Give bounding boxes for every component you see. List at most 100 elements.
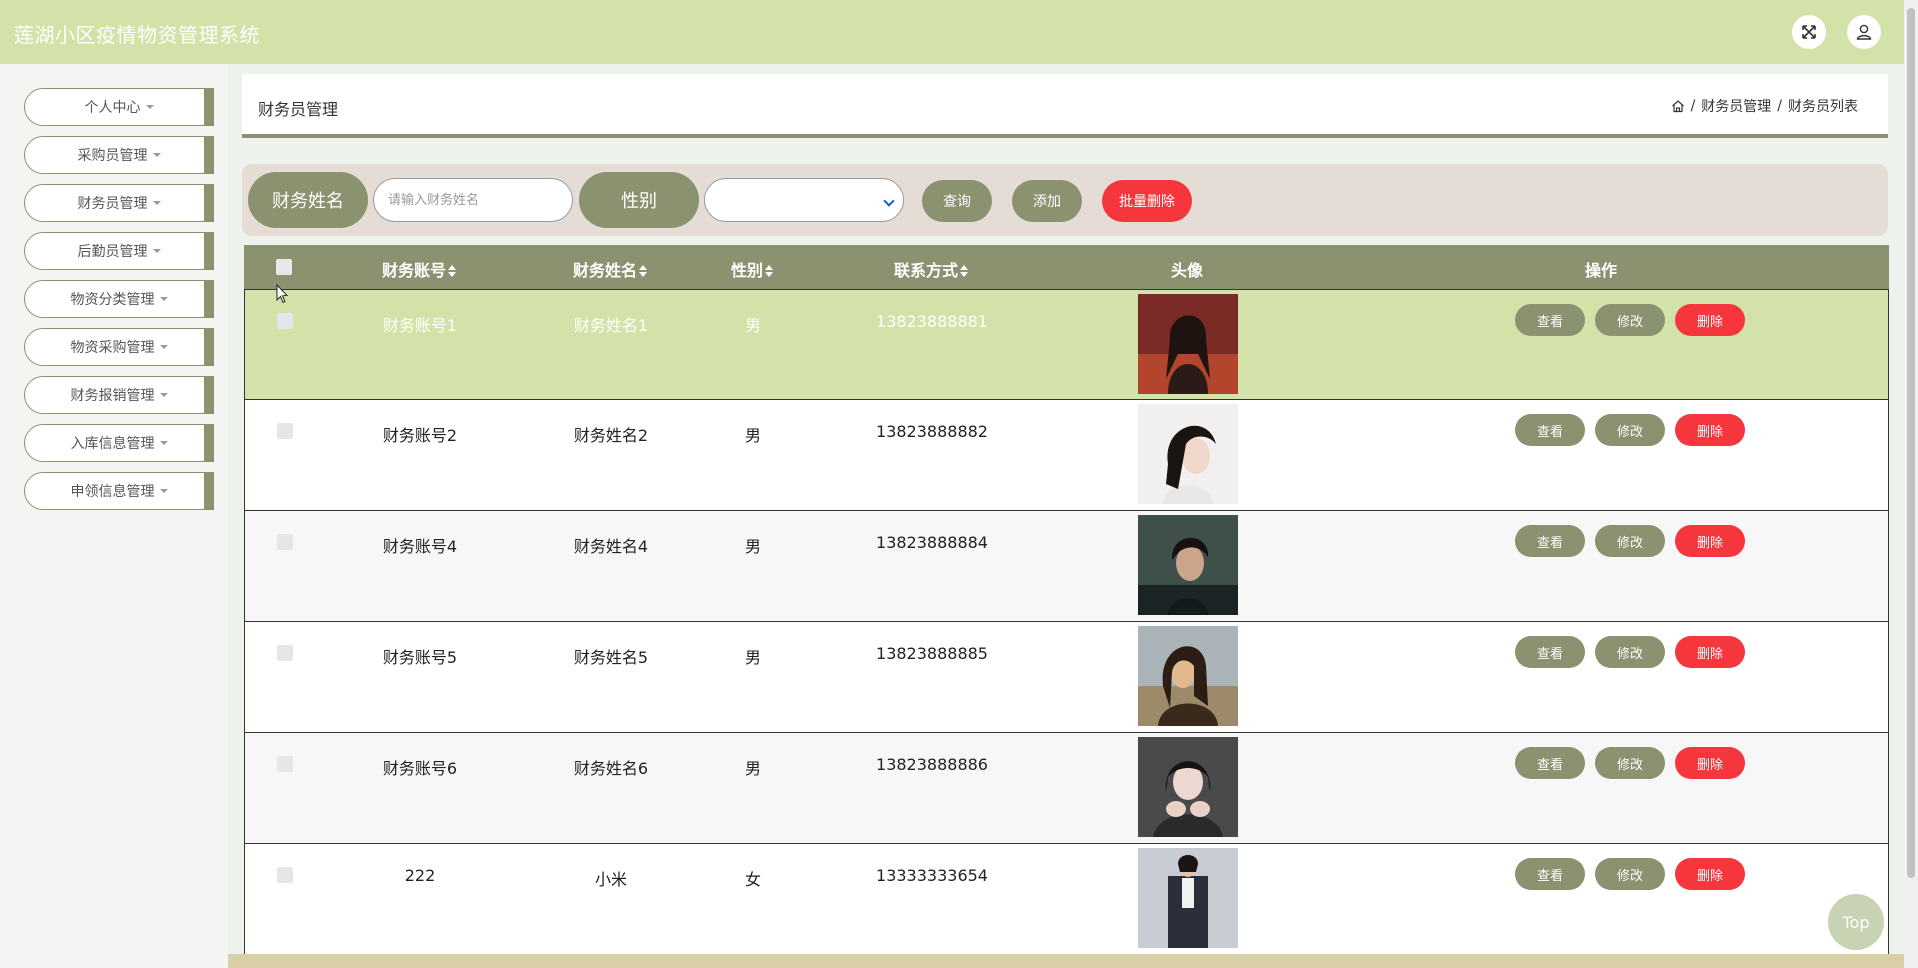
sidebar-item-purchaser[interactable]: 采购员管理 (24, 136, 214, 174)
table-row: 财务账号6 财务姓名6 男 13823888886 查看 修改 删除 (244, 733, 1889, 844)
user-button[interactable] (1847, 15, 1881, 49)
table-row: 财务账号2 财务姓名2 男 13823888882 查看 修改 删除 (244, 400, 1889, 511)
sidebar-item-requisition[interactable]: 申领信息管理 (24, 472, 214, 510)
sidebar-item-supply-purchase[interactable]: 物资采购管理 (24, 328, 214, 366)
avatar (1138, 515, 1238, 615)
delete-button[interactable]: 删除 (1675, 304, 1745, 336)
avatar (1138, 737, 1238, 837)
add-button[interactable]: 添加 (1012, 180, 1082, 222)
edit-button[interactable]: 修改 (1595, 414, 1665, 446)
cell-phone: 13333333654 (876, 866, 988, 885)
edit-button[interactable]: 修改 (1595, 747, 1665, 779)
view-button[interactable]: 查看 (1515, 636, 1585, 668)
avatar (1138, 848, 1238, 948)
sort-icon[interactable] (448, 265, 457, 277)
back-to-top-button[interactable]: Top (1828, 894, 1884, 950)
row-checkbox[interactable] (277, 423, 293, 439)
home-icon[interactable] (1671, 99, 1685, 113)
cell-account: 财务账号4 (382, 537, 458, 556)
delete-button[interactable]: 删除 (1675, 747, 1745, 779)
table-row: 财务账号1 财务姓名1 男 13823888881 查看 修改 删除 (244, 289, 1889, 400)
view-button[interactable]: 查看 (1515, 414, 1585, 446)
sidebar-item-logistics[interactable]: 后勤员管理 (24, 232, 214, 270)
row-checkbox[interactable] (277, 645, 293, 661)
sidebar-item-personal-center[interactable]: 个人中心 (24, 88, 214, 126)
delete-button[interactable]: 删除 (1675, 858, 1745, 890)
cell-gender: 男 (744, 648, 762, 667)
delete-button[interactable]: 删除 (1675, 525, 1745, 557)
sidebar-item-label: 个人中心 (84, 100, 141, 116)
page-scrollbar[interactable] (1904, 0, 1918, 968)
avatar (1138, 626, 1238, 726)
name-search-label: 财务姓名 (248, 172, 368, 228)
column-header-account[interactable]: 财务账号 (382, 257, 457, 281)
sidebar: 个人中心 采购员管理 财务员管理 后勤员管理 物资分类管理 物资采购管理 财务报… (0, 64, 228, 968)
column-header-name[interactable]: 财务姓名 (573, 257, 648, 281)
row-checkbox[interactable] (277, 534, 293, 550)
caret-down-icon (159, 345, 168, 349)
batch-delete-button[interactable]: 批量删除 (1102, 180, 1192, 222)
edit-button[interactable]: 修改 (1595, 636, 1665, 668)
fullscreen-button[interactable] (1792, 15, 1826, 49)
cell-account: 财务账号6 (382, 759, 458, 778)
view-button[interactable]: 查看 (1515, 858, 1585, 890)
breadcrumb-separator: / (1690, 98, 1696, 114)
breadcrumb-bar: 财务员管理 / 财务员管理 / 财务员列表 (242, 74, 1888, 138)
column-header-phone[interactable]: 联系方式 (894, 257, 969, 281)
select-all-checkbox[interactable] (276, 259, 292, 275)
sort-icon[interactable] (960, 265, 969, 277)
edit-button[interactable]: 修改 (1595, 304, 1665, 336)
page-title: 财务员管理 (258, 100, 339, 119)
view-button[interactable]: 查看 (1515, 747, 1585, 779)
name-search-input[interactable] (373, 178, 573, 222)
sidebar-item-label: 物资采购管理 (70, 340, 155, 356)
cell-name: 财务姓名4 (573, 537, 649, 556)
query-button[interactable]: 查询 (922, 180, 992, 222)
sidebar-item-finance[interactable]: 财务员管理 (24, 184, 214, 222)
cell-account: 222 (404, 866, 436, 885)
delete-button[interactable]: 删除 (1675, 414, 1745, 446)
cell-phone: 13823888886 (876, 755, 988, 774)
sidebar-item-reimbursement[interactable]: 财务报销管理 (24, 376, 214, 414)
view-button[interactable]: 查看 (1515, 525, 1585, 557)
edit-button[interactable]: 修改 (1595, 525, 1665, 557)
column-header-gender[interactable]: 性别 (731, 257, 774, 281)
cell-phone: 13823888882 (876, 422, 988, 441)
row-checkbox[interactable] (277, 756, 293, 772)
avatar (1138, 404, 1238, 504)
gender-select[interactable] (704, 178, 904, 222)
cell-gender: 男 (744, 759, 762, 778)
user-icon (1856, 24, 1872, 40)
cell-name: 小米 (594, 870, 628, 889)
fullscreen-icon (1802, 25, 1816, 39)
footer-decoration (228, 954, 1904, 968)
cell-name: 财务姓名5 (573, 648, 649, 667)
breadcrumb-item-finance-management[interactable]: 财务员管理 (1701, 96, 1771, 116)
cell-gender: 男 (744, 316, 762, 335)
sort-icon[interactable] (765, 265, 774, 277)
caret-down-icon (159, 441, 168, 445)
cell-name: 财务姓名6 (573, 759, 649, 778)
caret-down-icon (152, 249, 161, 253)
view-button[interactable]: 查看 (1515, 304, 1585, 336)
edit-button[interactable]: 修改 (1595, 858, 1665, 890)
sidebar-item-label: 财务员管理 (77, 196, 148, 212)
cell-gender: 男 (744, 426, 762, 445)
row-checkbox[interactable] (277, 313, 293, 329)
sort-icon[interactable] (639, 265, 648, 277)
sidebar-item-label: 物资分类管理 (70, 292, 155, 308)
delete-button[interactable]: 删除 (1675, 636, 1745, 668)
sidebar-item-warehouse-in[interactable]: 入库信息管理 (24, 424, 214, 462)
gender-search-label: 性别 (579, 172, 699, 228)
row-checkbox[interactable] (277, 867, 293, 883)
sidebar-item-supply-category[interactable]: 物资分类管理 (24, 280, 214, 318)
cell-phone: 13823888884 (876, 533, 988, 552)
table-row: 财务账号4 财务姓名4 男 13823888884 查看 修改 删除 (244, 511, 1889, 622)
avatar (1138, 294, 1238, 394)
caret-down-icon (145, 105, 154, 109)
cell-account: 财务账号2 (382, 426, 458, 445)
cell-account: 财务账号5 (382, 648, 458, 667)
sidebar-item-label: 后勤员管理 (77, 244, 148, 260)
scroll-thumb[interactable] (1907, 8, 1915, 878)
cell-name: 财务姓名1 (573, 316, 649, 335)
